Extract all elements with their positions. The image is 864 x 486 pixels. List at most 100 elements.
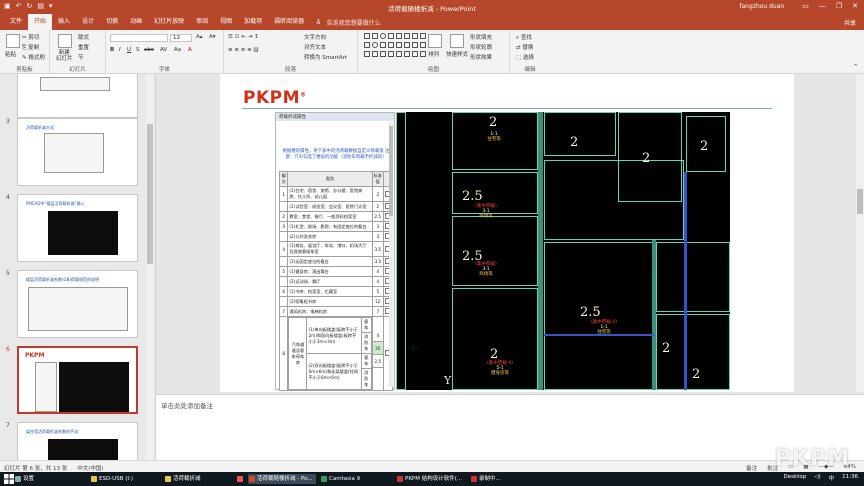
collapse-ribbon-icon[interactable]: ^ — [853, 64, 858, 70]
minimize-icon[interactable]: — — [819, 2, 826, 10]
value-cell[interactable]: 3 — [371, 221, 384, 232]
font-size-input[interactable]: 12 — [170, 34, 192, 42]
slide-thumbnail-3[interactable]: 活荷载折减方式 — [17, 118, 138, 186]
tab-design[interactable]: 设计 — [76, 14, 100, 30]
find-button[interactable]: ⌕ 查找 — [516, 33, 532, 42]
shape-effects-button[interactable]: 形状效果 — [470, 53, 492, 61]
tab-foxit[interactable]: 福昕阅读器 — [268, 14, 310, 30]
value-cell[interactable]: 3.5 — [371, 241, 384, 257]
quick-styles-icon[interactable] — [450, 34, 464, 48]
taskbar-item[interactable]: Camtasia 9 — [320, 474, 392, 484]
notes-placeholder[interactable]: 单击此处添加备注 — [161, 400, 213, 410]
text-direction-button[interactable]: 文字方向 — [304, 33, 326, 41]
slide-thumbnail-5[interactable]: 楼层活荷载折减系数(GB)荷载规范的说明 — [17, 270, 138, 338]
close-icon[interactable]: ✕ — [852, 2, 858, 10]
tab-home[interactable]: 开始 — [28, 14, 53, 30]
thumbnail-scrollbar[interactable] — [146, 74, 154, 460]
convert-smartart-button[interactable]: 转换为 SmartArt — [304, 53, 347, 61]
paste-button[interactable]: 粘贴 — [5, 50, 16, 58]
share-button[interactable]: 共享 — [844, 18, 856, 27]
slide-thumbnail-2[interactable] — [17, 74, 138, 118]
replace-button[interactable]: ⇄ 替换 — [516, 43, 533, 51]
taskbar-item[interactable]: PKPM 结构设计软件(... — [396, 474, 466, 484]
bullets-icon[interactable]: ☰ ☷ ⇤ ⇥ ↕ — [228, 34, 259, 40]
volume-icon[interactable]: ◁) — [814, 474, 820, 482]
char-spacing-icon[interactable]: AV — [160, 47, 167, 53]
ribbon-display-icon[interactable]: ▭ — [802, 2, 809, 10]
new-slide-icon[interactable] — [58, 34, 72, 48]
tab-review[interactable]: 审阅 — [190, 14, 214, 30]
value-cell[interactable]: 3 — [371, 231, 384, 242]
ime-icon[interactable]: 中 — [829, 474, 835, 482]
tab-transitions[interactable]: 切换 — [100, 14, 124, 30]
taskbar-item[interactable]: 设置 — [14, 474, 84, 484]
taskbar-item[interactable]: 录制中... — [470, 474, 510, 484]
font-color-icon[interactable]: A — [188, 47, 192, 53]
tab-file[interactable]: 文件 — [4, 14, 28, 30]
shape-fill-button[interactable]: 形状填充 — [470, 33, 492, 41]
desktop-toolbar[interactable]: Desktop — [784, 474, 807, 482]
tab-slideshow[interactable]: 幻灯片放映 — [148, 14, 190, 30]
align-text-button[interactable]: 对齐文本 — [304, 43, 326, 51]
cut-button[interactable]: ✂ 剪切 — [22, 33, 39, 41]
windows-start-icon[interactable] — [4, 474, 14, 484]
editor-scrollbar[interactable] — [856, 74, 864, 392]
layout-button[interactable]: 版式 — [78, 33, 89, 41]
underline-icon[interactable]: U — [127, 47, 131, 53]
tab-animations[interactable]: 动画 — [124, 14, 148, 30]
value-cell[interactable]: 4 — [371, 266, 384, 277]
clock[interactable]: 11:36 — [842, 474, 858, 482]
taskbar-item[interactable]: 活荷载折减 — [164, 474, 232, 484]
taskbar-item[interactable]: 活荷载随楼折减 - Po... — [248, 474, 316, 484]
paste-icon[interactable] — [6, 34, 20, 48]
tab-insert[interactable]: 插入 — [52, 14, 76, 30]
section-button[interactable]: 节 — [78, 53, 84, 61]
slide-thumbnail-7[interactable]: 梁柱墙活荷载折减系数的手动 — [17, 422, 138, 460]
shrink-font-icon[interactable]: A▾ — [209, 34, 216, 40]
value-cell[interactable]: 12 — [371, 296, 384, 307]
arrange-icon[interactable] — [428, 34, 442, 48]
reset-button[interactable]: 重置 — [78, 43, 89, 51]
change-case-icon[interactable]: Aa — [174, 47, 181, 53]
value-cell[interactable]: 2 — [371, 201, 384, 212]
user-name[interactable]: fangzhou duan — [739, 3, 784, 10]
select-button[interactable]: ⬚ 选择 — [516, 53, 534, 61]
value-cell[interactable]: 4 — [371, 276, 384, 287]
align-icons[interactable]: ≡ ≡ ≡ ≡ ▥ — [228, 47, 259, 53]
value-cell[interactable]: 35 — [372, 342, 383, 355]
font-name-input[interactable] — [110, 34, 168, 42]
value-cell[interactable] — [373, 368, 383, 378]
value-cell[interactable]: 3.5 — [371, 256, 384, 267]
italic-icon[interactable]: I — [119, 47, 121, 53]
notes-pane[interactable]: 单击此处添加备注 — [156, 394, 864, 460]
restore-icon[interactable]: ❐ — [836, 2, 842, 10]
value-cell[interactable]: 2.5 — [371, 211, 384, 222]
taskbar-item[interactable] — [236, 474, 246, 484]
value-cell[interactable]: 2.5 — [372, 355, 383, 368]
tab-addins[interactable]: 加载项 — [238, 14, 268, 30]
dialog-scrollbar[interactable] — [389, 122, 393, 387]
taskbar-item[interactable]: ESD-USB (I:) — [90, 474, 160, 484]
tell-me-input[interactable]: 告诉我您想要做什么 — [327, 18, 381, 27]
arrange-button[interactable]: 排列 — [428, 50, 439, 58]
strikethrough-icon[interactable]: abc — [144, 47, 154, 53]
bold-icon[interactable]: B — [110, 47, 114, 53]
shapes-gallery[interactable] — [364, 33, 426, 59]
value-cell[interactable]: 5 — [371, 286, 384, 297]
language-indicator[interactable]: 中文(中国) — [77, 464, 103, 472]
shadow-icon[interactable]: S — [136, 47, 140, 53]
slide-thumbnail-6[interactable]: PKPM — [17, 346, 138, 414]
cad-floor-plan[interactable]: 2 2 2 2 2.5 2.5 2.5 2 2 2 1-1 住宅等 (集中荷载) 3… — [396, 112, 730, 390]
value-cell[interactable]: 4 — [372, 329, 383, 342]
tab-view[interactable]: 视图 — [214, 14, 238, 30]
grow-font-icon[interactable]: A▴ — [196, 34, 203, 40]
value-cell[interactable]: 7 — [371, 306, 384, 317]
value-cell[interactable]: 2 — [371, 186, 384, 202]
current-slide[interactable]: PKPM® 荷载折减属性 根据楼的属性，将下表中的活荷载数据自定义荷载值 注意：… — [220, 74, 794, 392]
shape-outline-button[interactable]: 形状轮廓 — [470, 43, 492, 51]
quick-styles-button[interactable]: 快速样式 — [446, 50, 468, 58]
new-slide-button[interactable]: 新建 幻灯片 — [56, 50, 73, 62]
slide-thumbnail-4[interactable]: PMCAD中“楼层活荷载折减”输入 — [17, 194, 138, 262]
notes-button[interactable]: 备注 — [746, 464, 757, 472]
format-painter-button[interactable]: ✎ 格式刷 — [22, 53, 45, 61]
